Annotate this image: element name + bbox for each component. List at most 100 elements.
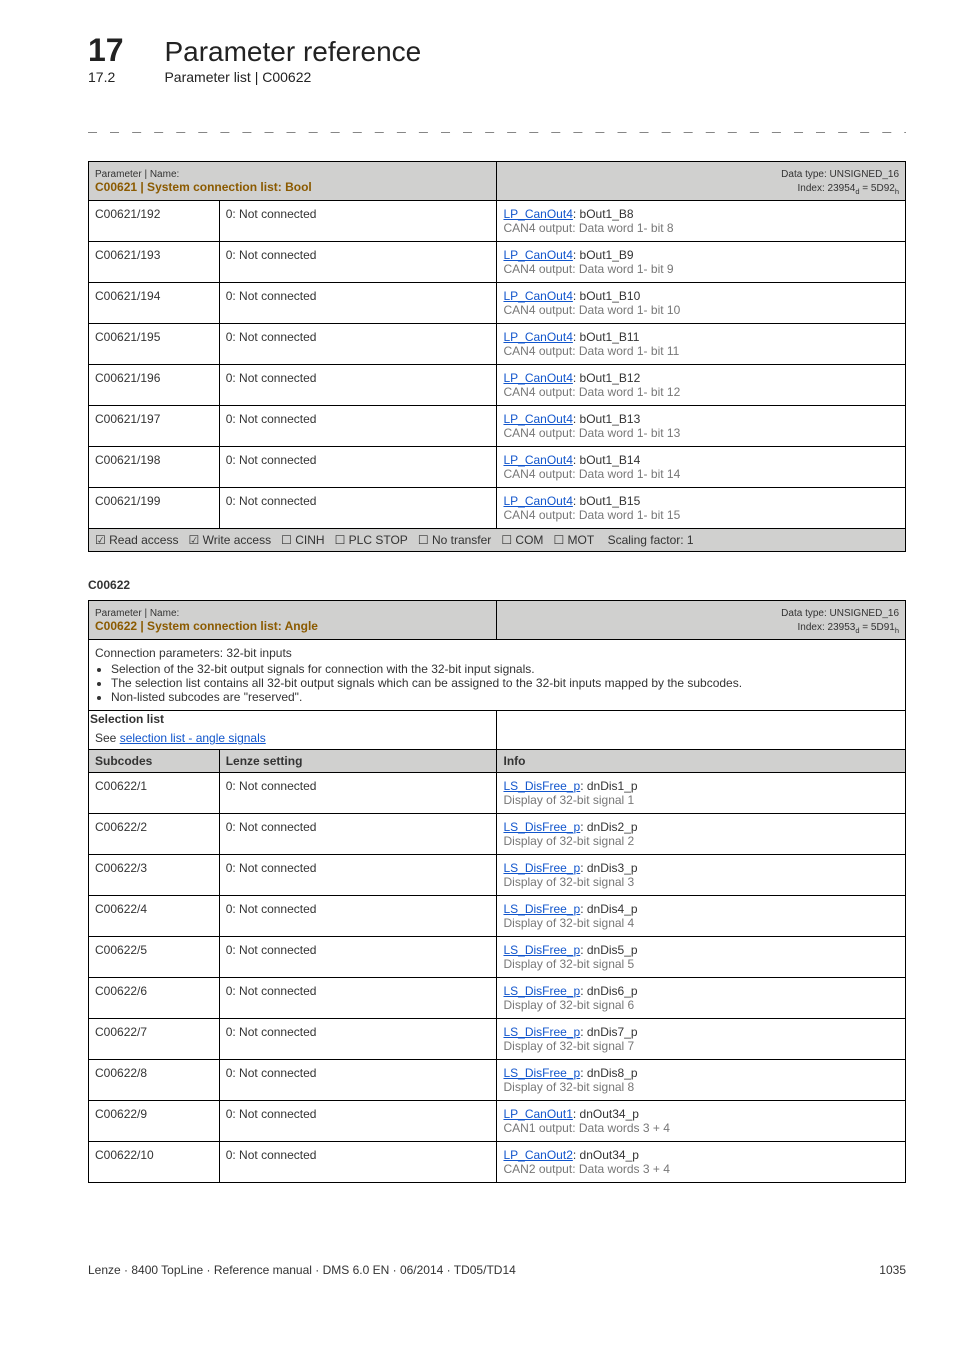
subcode-cell: C00621/198 bbox=[89, 447, 220, 488]
info-text: : dnDis3_p bbox=[580, 861, 637, 875]
idx-prefix: Index: 23953 bbox=[798, 622, 856, 633]
info-link[interactable]: LS_DisFree_p bbox=[503, 820, 580, 834]
info-text: : dnOut34_p bbox=[573, 1107, 639, 1121]
info-link[interactable]: LS_DisFree_p bbox=[503, 779, 580, 793]
info-cell: LS_DisFree_p: dnDis4_pDisplay of 32-bit … bbox=[497, 896, 906, 937]
subchapter-number: 17.2 bbox=[88, 69, 160, 85]
info-text: : bOut1_B13 bbox=[573, 412, 640, 426]
hdr-small-left: Parameter | Name: bbox=[95, 169, 179, 180]
setting-cell: 0: Not connected bbox=[219, 773, 497, 814]
info-cell: LP_CanOut4: bOut1_B11CAN4 output: Data w… bbox=[497, 324, 906, 365]
idx-prefix: Index: 23954 bbox=[798, 183, 856, 194]
hdr-index: Index: 23953d = 5D91h bbox=[798, 622, 899, 633]
info-cell: LP_CanOut2: dnOut34_pCAN2 output: Data w… bbox=[497, 1142, 906, 1183]
unchecked-icon: ☐ bbox=[281, 533, 292, 547]
info-desc: Display of 32-bit signal 8 bbox=[503, 1080, 634, 1094]
sel-label: Selection list bbox=[90, 712, 164, 726]
info-text: : dnDis1_p bbox=[580, 779, 637, 793]
subcode-cell: C00622/3 bbox=[89, 855, 220, 896]
notes-bullet: The selection list contains all 32-bit o… bbox=[111, 676, 899, 690]
table-header-right: Data type: UNSIGNED_16 Index: 23953d = 5… bbox=[497, 601, 906, 640]
info-desc: Display of 32-bit signal 2 bbox=[503, 834, 634, 848]
subcode-cell: C00621/199 bbox=[89, 488, 220, 529]
setting-cell: 0: Not connected bbox=[219, 1060, 497, 1101]
setting-cell: 0: Not connected bbox=[219, 324, 497, 365]
table-header-left: Parameter | Name: C00622 | System connec… bbox=[89, 601, 497, 640]
selection-list-link[interactable]: selection list - angle signals bbox=[120, 731, 266, 745]
chapter-heading: 17 Parameter reference bbox=[88, 32, 906, 69]
setting-cell: 0: Not connected bbox=[219, 814, 497, 855]
idx-mid: = 5D92 bbox=[860, 183, 895, 194]
info-link[interactable]: LS_DisFree_p bbox=[503, 943, 580, 957]
col-info: Info bbox=[497, 750, 906, 773]
col-lenze-setting: Lenze setting bbox=[219, 750, 497, 773]
unchecked-icon: ☐ bbox=[335, 533, 346, 547]
info-link[interactable]: LP_CanOut4 bbox=[503, 289, 572, 303]
info-link[interactable]: LS_DisFree_p bbox=[503, 1025, 580, 1039]
subcode-cell: C00622/9 bbox=[89, 1101, 220, 1142]
ft-notr: No transfer bbox=[432, 533, 491, 547]
footer-left: Lenze · 8400 TopLine · Reference manual … bbox=[88, 1263, 516, 1277]
unchecked-icon: ☐ bbox=[553, 533, 564, 547]
notes-bullet: Non-listed subcodes are "reserved". bbox=[111, 690, 899, 704]
info-link[interactable]: LP_CanOut4 bbox=[503, 371, 572, 385]
info-cell: LS_DisFree_p: dnDis3_pDisplay of 32-bit … bbox=[497, 855, 906, 896]
unchecked-icon: ☐ bbox=[418, 533, 429, 547]
info-text: : bOut1_B14 bbox=[573, 453, 640, 467]
info-link[interactable]: LP_CanOut4 bbox=[503, 248, 572, 262]
info-text: : bOut1_B15 bbox=[573, 494, 640, 508]
hdr-datatype: Data type: UNSIGNED_16 bbox=[781, 608, 899, 619]
info-link[interactable]: LS_DisFree_p bbox=[503, 984, 580, 998]
chapter-number: 17 bbox=[88, 32, 160, 69]
checked-icon: ☑ bbox=[95, 533, 106, 547]
subcode-cell: C00622/7 bbox=[89, 1019, 220, 1060]
idx-sub2: h bbox=[895, 626, 899, 635]
info-text: : dnDis6_p bbox=[580, 984, 637, 998]
info-link[interactable]: LP_CanOut4 bbox=[503, 494, 572, 508]
hdr-datatype: Data type: UNSIGNED_16 bbox=[781, 169, 899, 180]
idx-sub2: h bbox=[895, 187, 899, 196]
info-text: : dnOut34_p bbox=[573, 1148, 639, 1162]
subcode-cell: C00621/195 bbox=[89, 324, 220, 365]
info-text: : dnDis4_p bbox=[580, 902, 637, 916]
selection-empty bbox=[497, 711, 906, 750]
hdr-name: C00621 | System connection list: Bool bbox=[95, 180, 312, 194]
info-text: : bOut1_B10 bbox=[573, 289, 640, 303]
setting-cell: 0: Not connected bbox=[219, 1019, 497, 1060]
info-cell: LP_CanOut4: bOut1_B13CAN4 output: Data w… bbox=[497, 406, 906, 447]
table-c00621: Parameter | Name: C00621 | System connec… bbox=[88, 161, 906, 552]
subcode-cell: C00622/5 bbox=[89, 937, 220, 978]
info-cell: LS_DisFree_p: dnDis1_pDisplay of 32-bit … bbox=[497, 773, 906, 814]
chapter-title: Parameter reference bbox=[164, 36, 421, 68]
info-cell: LP_CanOut4: bOut1_B9CAN4 output: Data wo… bbox=[497, 242, 906, 283]
info-desc: Display of 32-bit signal 7 bbox=[503, 1039, 634, 1053]
table-header-left: Parameter | Name: C00621 | System connec… bbox=[89, 162, 497, 201]
table-header-right: Data type: UNSIGNED_16 Index: 23954d = 5… bbox=[497, 162, 906, 201]
info-desc: CAN4 output: Data word 1- bit 12 bbox=[503, 385, 680, 399]
info-cell: LS_DisFree_p: dnDis7_pDisplay of 32-bit … bbox=[497, 1019, 906, 1060]
setting-cell: 0: Not connected bbox=[219, 365, 497, 406]
info-link[interactable]: LP_CanOut4 bbox=[503, 330, 572, 344]
info-link[interactable]: LP_CanOut4 bbox=[503, 453, 572, 467]
info-link[interactable]: LP_CanOut4 bbox=[503, 412, 572, 426]
table-c00622: Parameter | Name: C00622 | System connec… bbox=[88, 600, 906, 1183]
info-link[interactable]: LP_CanOut1 bbox=[503, 1107, 572, 1121]
ft-scale: Scaling factor: 1 bbox=[608, 533, 694, 547]
info-link[interactable]: LP_CanOut4 bbox=[503, 207, 572, 221]
info-cell: LP_CanOut4: bOut1_B12CAN4 output: Data w… bbox=[497, 365, 906, 406]
info-text: : bOut1_B11 bbox=[573, 330, 640, 344]
info-desc: CAN4 output: Data word 1- bit 8 bbox=[503, 221, 673, 235]
info-link[interactable]: LS_DisFree_p bbox=[503, 1066, 580, 1080]
setting-cell: 0: Not connected bbox=[219, 406, 497, 447]
info-desc: Display of 32-bit signal 6 bbox=[503, 998, 634, 1012]
hdr-name: C00622 | System connection list: Angle bbox=[95, 619, 318, 633]
info-link[interactable]: LS_DisFree_p bbox=[503, 861, 580, 875]
setting-cell: 0: Not connected bbox=[219, 896, 497, 937]
hdr-index: Index: 23954d = 5D92h bbox=[798, 183, 899, 194]
connection-notes: Connection parameters: 32-bit inputs Sel… bbox=[89, 640, 906, 711]
info-link[interactable]: LP_CanOut2 bbox=[503, 1148, 572, 1162]
info-desc: CAN4 output: Data word 1- bit 11 bbox=[503, 344, 679, 358]
ft-plc: PLC STOP bbox=[349, 533, 408, 547]
info-link[interactable]: LS_DisFree_p bbox=[503, 902, 580, 916]
info-text: : bOut1_B12 bbox=[573, 371, 640, 385]
